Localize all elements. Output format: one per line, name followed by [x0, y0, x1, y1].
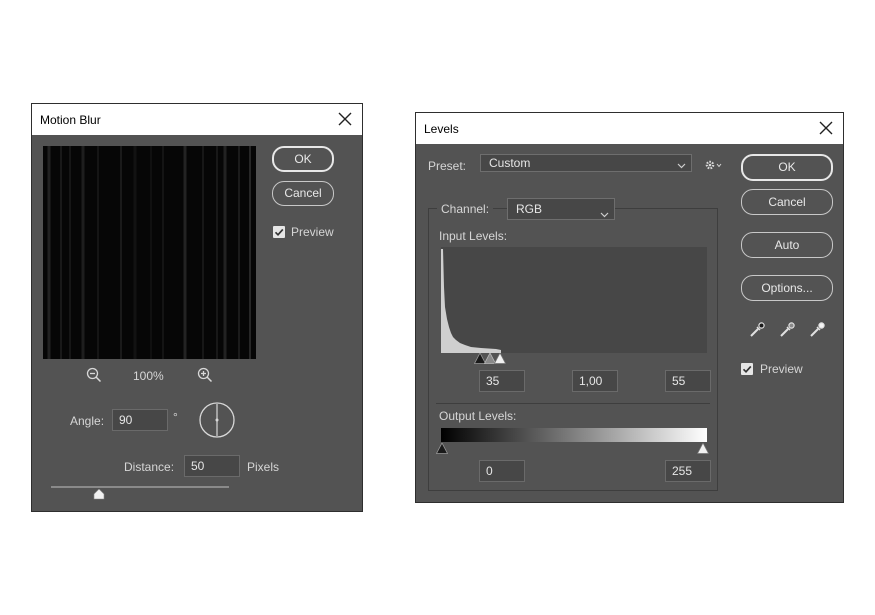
preset-dropdown[interactable]: Custom [480, 154, 692, 172]
section-divider [436, 403, 710, 404]
preview-label: Preview [291, 225, 334, 239]
input-black-field[interactable]: 35 [479, 370, 525, 392]
input-levels-label: Input Levels: [439, 229, 508, 243]
auto-button[interactable]: Auto [741, 232, 833, 258]
output-gradient [441, 428, 707, 442]
angle-label: Angle: [70, 414, 105, 428]
levels-title: Levels [424, 122, 459, 136]
chevron-down-icon [677, 158, 686, 174]
distance-slider-thumb[interactable] [93, 488, 105, 500]
output-black-field[interactable]: 0 [479, 460, 525, 482]
blur-preview-image[interactable] [43, 146, 256, 359]
levels-dialog: Levels Preset: Custom Channel: RGB Input… [415, 112, 844, 503]
histogram-graphic [441, 249, 501, 353]
cancel-button[interactable]: Cancel [741, 189, 833, 215]
output-levels-label: Output Levels: [439, 409, 517, 423]
input-white-field[interactable]: 55 [665, 370, 711, 392]
preset-label: Preset: [428, 159, 467, 173]
channel-label: Channel: [437, 202, 494, 216]
output-white-field[interactable]: 255 [665, 460, 711, 482]
input-white-slider[interactable] [493, 352, 507, 364]
ok-button[interactable]: OK [272, 146, 334, 172]
zoom-out-icon[interactable] [86, 367, 102, 383]
close-icon[interactable] [336, 110, 354, 128]
input-gamma-field[interactable]: 1,00 [572, 370, 618, 392]
preview-label: Preview [760, 362, 803, 376]
options-button[interactable]: Options... [741, 275, 833, 301]
black-point-eyedropper-icon[interactable] [748, 321, 766, 339]
preview-checkbox[interactable] [741, 363, 753, 375]
chevron-down-icon [600, 205, 609, 225]
channel-value: RGB [516, 202, 543, 216]
gear-icon[interactable] [704, 159, 722, 171]
cancel-button[interactable]: Cancel [272, 181, 334, 206]
channel-dropdown[interactable]: RGB [507, 198, 615, 220]
output-black-slider[interactable] [435, 442, 449, 454]
distance-label: Distance: [124, 460, 175, 474]
distance-input[interactable]: 50 [184, 455, 240, 477]
preview-checkbox[interactable] [273, 226, 285, 238]
gray-point-eyedropper-icon[interactable] [778, 321, 796, 339]
angle-dial[interactable] [198, 401, 236, 439]
close-icon[interactable] [817, 119, 835, 137]
blur-stripes-graphic [47, 146, 251, 359]
white-point-eyedropper-icon[interactable] [808, 321, 826, 339]
levels-titlebar: Levels [416, 113, 843, 144]
distance-slider-track[interactable] [51, 486, 229, 488]
output-white-slider[interactable] [696, 442, 710, 454]
preset-value: Custom [489, 156, 531, 170]
motion-blur-titlebar: Motion Blur [32, 104, 362, 135]
motion-blur-dialog: Motion Blur 100% Angle: 90 ° Distance: 5… [31, 103, 363, 512]
histogram [441, 247, 707, 353]
distance-unit: Pixels [247, 460, 280, 474]
degree-symbol: ° [173, 410, 178, 424]
zoom-level: 100% [133, 369, 164, 383]
angle-input[interactable]: 90 [112, 409, 168, 431]
zoom-in-icon[interactable] [197, 367, 213, 383]
motion-blur-title: Motion Blur [40, 113, 101, 127]
ok-button[interactable]: OK [741, 154, 833, 181]
